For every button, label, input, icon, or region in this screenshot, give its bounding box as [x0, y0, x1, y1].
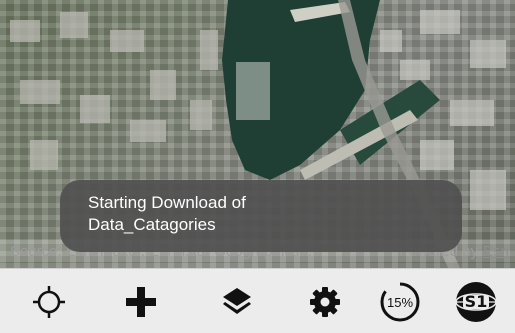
bottom-toolbar: 15% S1 — [0, 268, 515, 333]
gear-icon — [310, 287, 340, 317]
app-screen: Source: Esri, Maxar, Earthstar Geographi… — [0, 0, 515, 333]
download-progress[interactable]: 15% — [376, 278, 424, 326]
marina — [236, 62, 270, 120]
progress-ring: 15% — [378, 280, 422, 324]
settings-button[interactable] — [301, 278, 349, 326]
logo-button[interactable]: S1 — [452, 278, 500, 326]
city-blocks-left — [10, 12, 218, 170]
esri-link[interactable]: Esri — [483, 243, 509, 260]
crosshair-icon — [33, 286, 65, 318]
toast-line-2: Data_Catagories — [88, 215, 216, 234]
progress-label: 15% — [386, 294, 414, 310]
toast-line-1: Starting Download of — [88, 193, 246, 212]
layers-button[interactable] — [213, 278, 261, 326]
download-toast: Starting Download of Data_Catagories — [60, 180, 462, 252]
logo-text: S1 — [465, 292, 488, 311]
add-button[interactable] — [117, 278, 165, 326]
locate-button[interactable] — [25, 278, 73, 326]
logo-globe-icon: S1 — [455, 282, 497, 322]
layers-icon — [223, 288, 251, 314]
plus-icon — [126, 287, 156, 317]
